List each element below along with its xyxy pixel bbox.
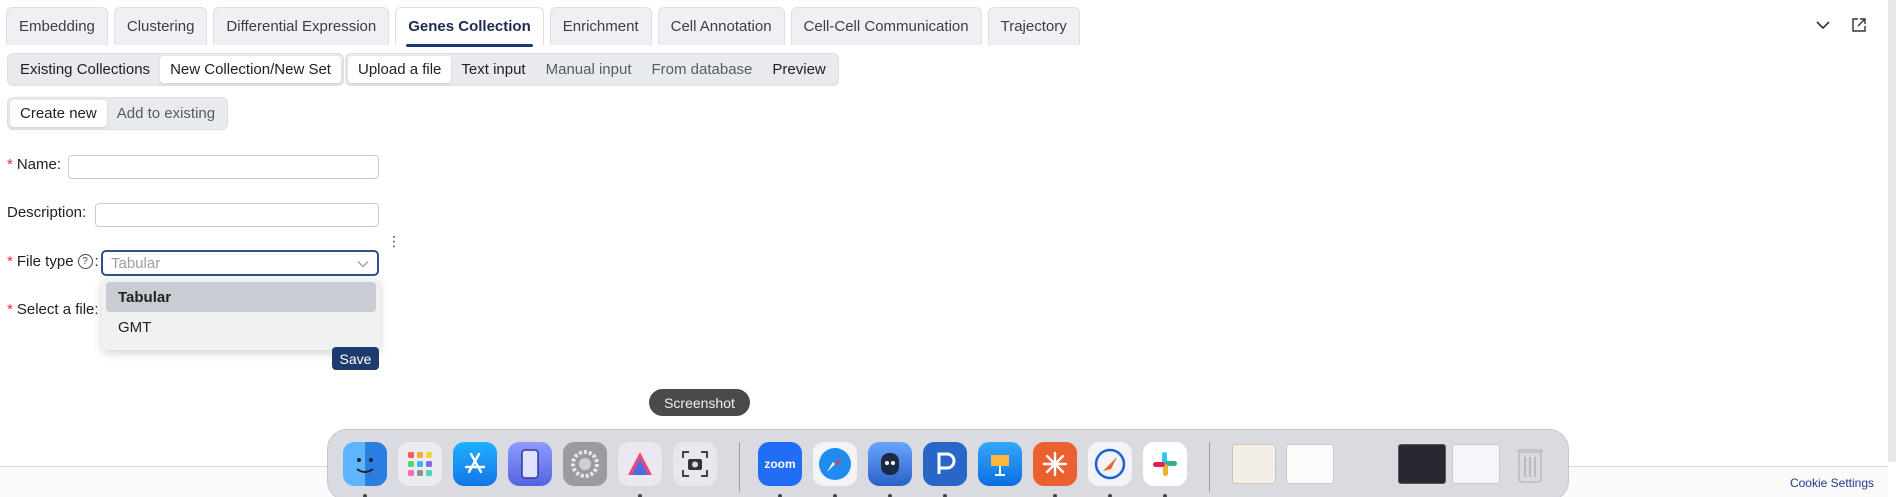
- select-file-label: * Select a file :: [7, 301, 99, 318]
- select-file-label-text: Select a file: [16, 301, 95, 318]
- file-type-placeholder: Tabular: [111, 254, 161, 272]
- description-field[interactable]: [95, 203, 379, 227]
- create-new-option[interactable]: Create new: [10, 100, 107, 127]
- window-thumbnail[interactable]: [1286, 444, 1334, 484]
- collection-mode-switch: Existing Collections New Collection/New …: [7, 53, 344, 86]
- chevron-down-icon: [357, 255, 369, 272]
- add-to-existing-option[interactable]: Add to existing: [107, 100, 225, 127]
- file-type-dropdown: Tabular GMT: [102, 278, 380, 350]
- claude-icon[interactable]: [1033, 442, 1077, 486]
- macos-dock: zoom: [327, 429, 1569, 497]
- main-tab-bar: Embedding Clustering Differential Expres…: [6, 7, 1080, 47]
- document-thumbnail[interactable]: [1232, 444, 1276, 484]
- chevron-down-icon[interactable]: [1816, 20, 1830, 30]
- dock-separator: [1209, 442, 1210, 492]
- name-label-colon: :: [56, 156, 62, 173]
- dock-separator: [739, 442, 740, 492]
- more-options-icon[interactable]: ⋮: [387, 234, 401, 248]
- simulator-icon[interactable]: [508, 442, 552, 486]
- existing-collections-option[interactable]: Existing Collections: [10, 56, 160, 83]
- screenshot-icon[interactable]: [673, 442, 717, 486]
- open-external-icon[interactable]: [1852, 18, 1866, 32]
- description-label-text: Description: [7, 204, 83, 221]
- tab-trajectory[interactable]: Trajectory: [987, 7, 1080, 45]
- finder-icon[interactable]: [343, 442, 387, 486]
- text-input-option[interactable]: Text input: [451, 56, 535, 83]
- tab-cell-cell-communication[interactable]: Cell-Cell Communication: [790, 7, 982, 45]
- file-type-label-colon: :: [94, 253, 99, 270]
- description-label: Description :: [7, 204, 86, 221]
- required-mark: *: [7, 156, 13, 173]
- manual-input-option[interactable]: Manual input: [536, 56, 642, 83]
- tab-cell-annotation[interactable]: Cell Annotation: [657, 7, 785, 45]
- description-label-colon: :: [82, 204, 87, 221]
- window-thumbnail[interactable]: [1356, 458, 1392, 470]
- scrollbar-track[interactable]: [1888, 0, 1896, 462]
- file-type-select[interactable]: Tabular: [101, 250, 379, 276]
- launchpad-icon[interactable]: [398, 442, 442, 486]
- affinity-icon[interactable]: [618, 442, 662, 486]
- help-icon[interactable]: ?: [77, 254, 93, 269]
- tab-differential-expression[interactable]: Differential Expression: [213, 7, 390, 45]
- new-collection-option[interactable]: New Collection/New Set: [160, 56, 341, 83]
- navigator-icon[interactable]: [1088, 442, 1132, 486]
- option-gmt[interactable]: GMT: [106, 312, 376, 342]
- file-type-label-text: File type: [16, 253, 74, 270]
- select-file-label-colon: :: [94, 301, 99, 318]
- required-mark: *: [7, 301, 13, 318]
- file-type-label: * File type ? :: [7, 253, 99, 270]
- app-store-icon[interactable]: [453, 442, 497, 486]
- dock-tooltip: Screenshot: [649, 389, 750, 416]
- keynote-icon[interactable]: [978, 442, 1022, 486]
- required-mark: *: [7, 253, 13, 270]
- upload-file-option[interactable]: Upload a file: [348, 56, 452, 83]
- ollama-icon[interactable]: [868, 442, 912, 486]
- tab-genes-collection[interactable]: Genes Collection: [395, 7, 544, 47]
- zoom-icon[interactable]: zoom: [758, 442, 802, 486]
- slack-icon[interactable]: [1143, 442, 1187, 486]
- option-tabular[interactable]: Tabular: [106, 282, 376, 312]
- save-button[interactable]: Save: [332, 347, 379, 370]
- window-thumbnail[interactable]: [1398, 444, 1446, 484]
- from-database-option[interactable]: From database: [642, 56, 763, 83]
- safari-icon[interactable]: [813, 442, 857, 486]
- input-method-switch: Upload a file Text input Manual input Fr…: [345, 53, 839, 86]
- tab-bar-actions: [1816, 18, 1866, 32]
- name-field[interactable]: [68, 155, 379, 179]
- cookie-settings-link[interactable]: Cookie Settings: [1790, 476, 1874, 490]
- name-label-text: Name: [16, 156, 57, 173]
- settings-icon[interactable]: [563, 442, 607, 486]
- create-mode-switch: Create new Add to existing: [7, 97, 229, 130]
- pycharm-icon[interactable]: [923, 442, 967, 486]
- trash-icon[interactable]: [1508, 442, 1552, 486]
- tab-clustering[interactable]: Clustering: [113, 7, 208, 45]
- tab-embedding[interactable]: Embedding: [6, 7, 108, 45]
- name-label: * Name :: [7, 156, 61, 173]
- preview-option[interactable]: Preview: [762, 56, 835, 83]
- window-thumbnail[interactable]: [1452, 444, 1500, 484]
- tab-enrichment[interactable]: Enrichment: [549, 7, 652, 45]
